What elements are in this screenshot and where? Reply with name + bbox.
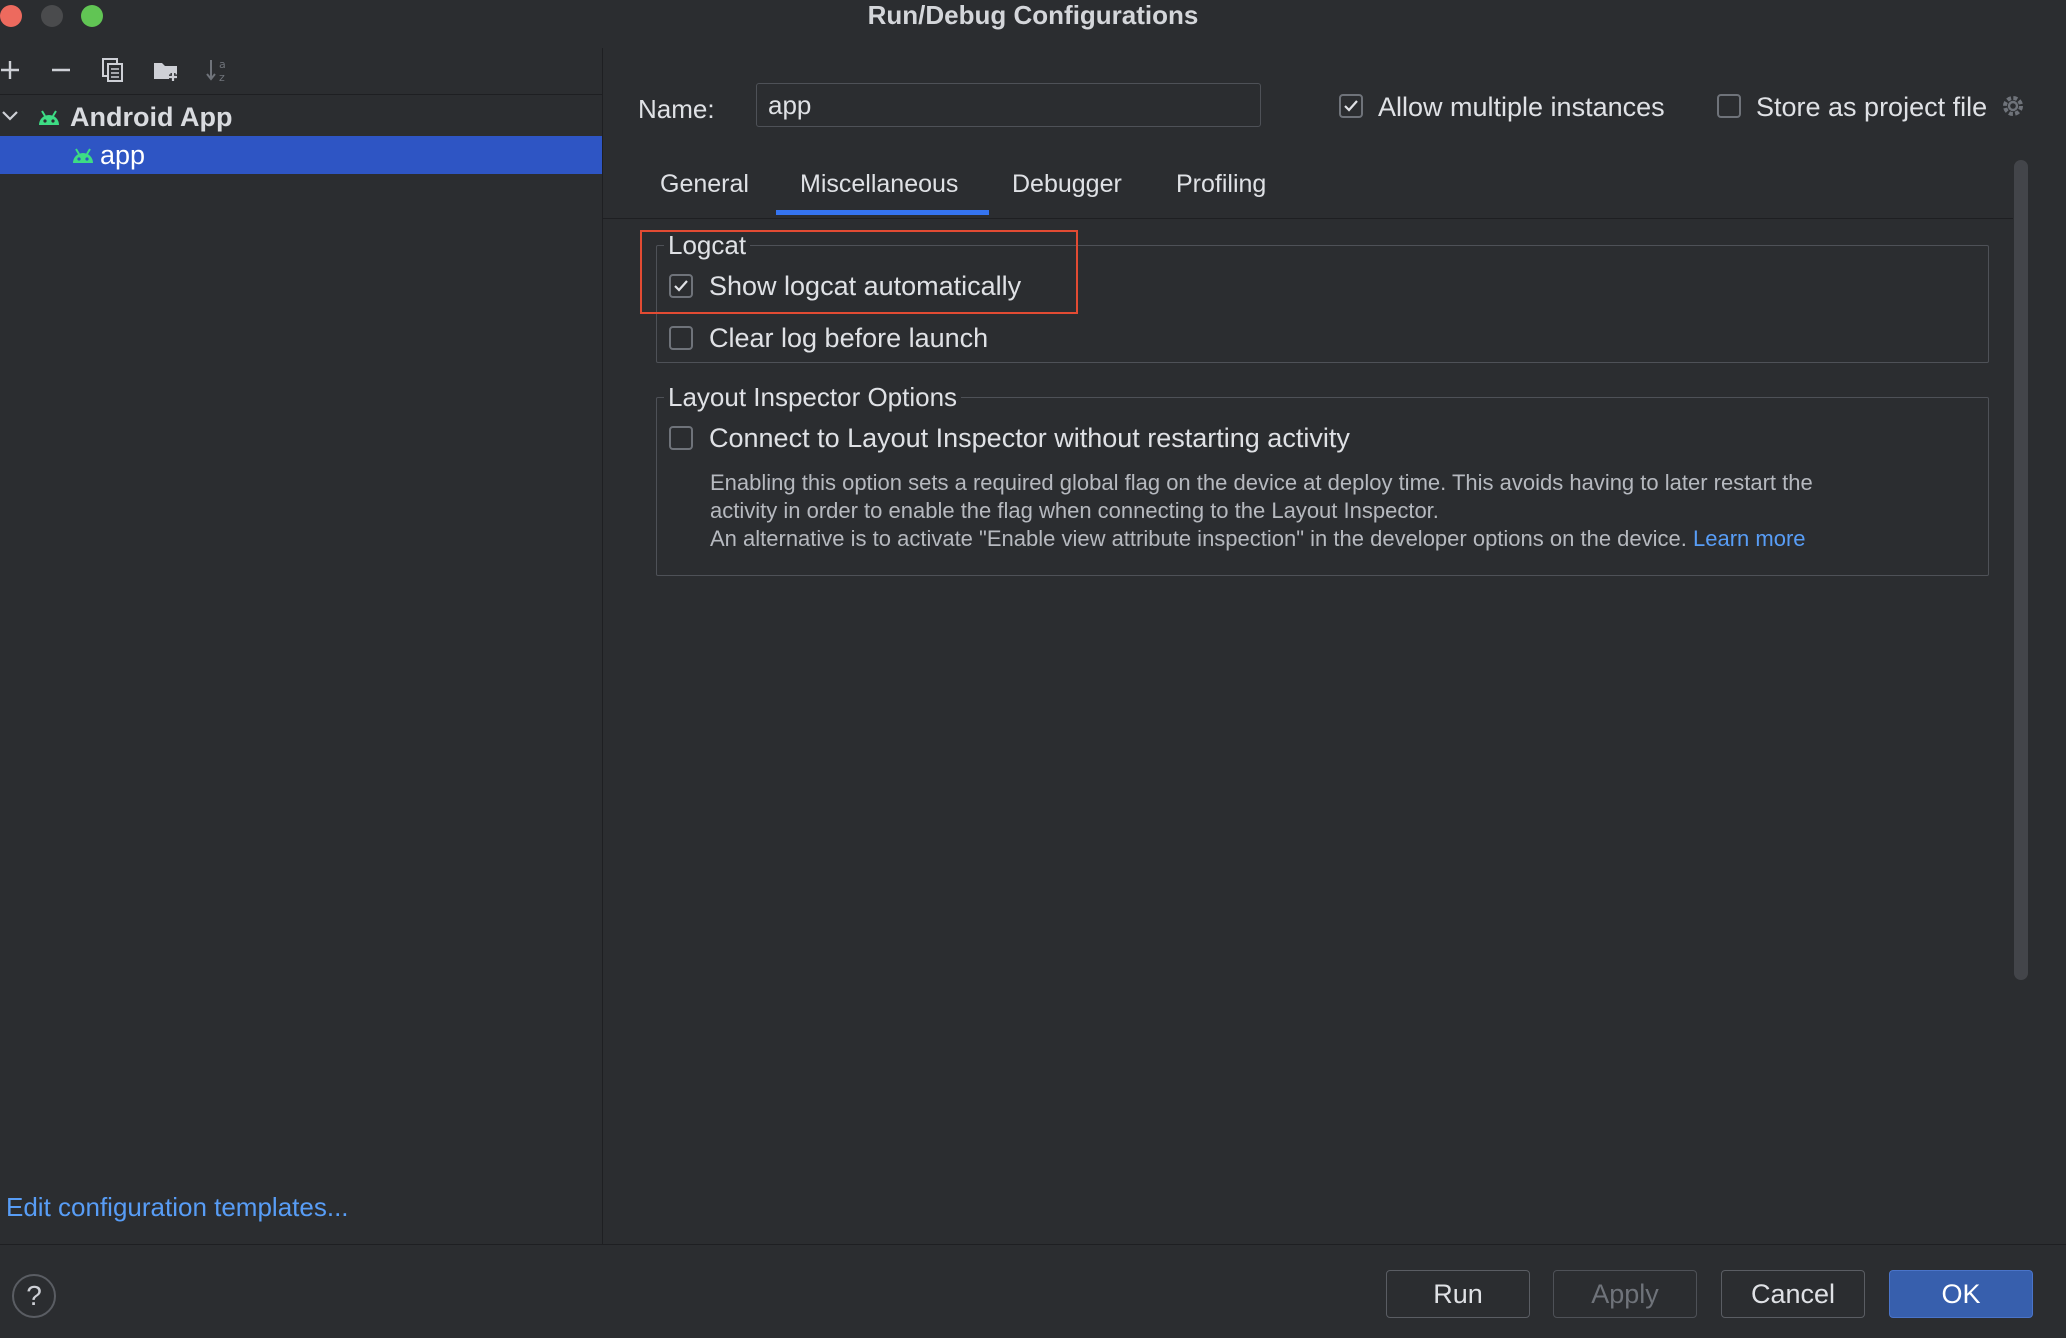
highlight-box <box>640 230 1078 314</box>
store-project-checkbox[interactable] <box>1717 94 1741 118</box>
help-icon[interactable]: ? <box>12 1274 56 1318</box>
ok-button[interactable]: OK <box>1889 1270 2033 1318</box>
gear-icon[interactable] <box>1999 92 2029 122</box>
run-debug-dialog: Run/Debug Configurations az Android App … <box>0 0 2066 1338</box>
configurations-toolbar: az <box>0 48 602 95</box>
inspector-description-line3-row: An alternative is to activate "Enable vi… <box>710 525 1806 553</box>
tree-item-label: app <box>100 139 146 170</box>
tree-item-app[interactable]: app <box>0 136 602 174</box>
cancel-button[interactable]: Cancel <box>1721 1270 1865 1318</box>
svg-text:z: z <box>219 71 225 84</box>
inspector-description-line1: Enabling this option sets a required glo… <box>710 470 1813 495</box>
bottom-divider <box>0 1244 2066 1245</box>
name-input[interactable] <box>756 83 1261 127</box>
sort-icon[interactable]: az <box>200 52 236 88</box>
connect-inspector-checkbox[interactable] <box>669 426 693 450</box>
name-label: Name: <box>638 94 715 124</box>
svg-text:a: a <box>219 58 226 71</box>
learn-more-link[interactable]: Learn more <box>1693 526 1806 551</box>
tab-bar: General Miscellaneous Debugger Profiling <box>603 148 2013 219</box>
active-tab-indicator <box>776 210 989 215</box>
clear-log-label: Clear log before launch <box>709 323 989 353</box>
chevron-down-icon[interactable] <box>0 106 22 128</box>
window-title: Run/Debug Configurations <box>867 0 1199 30</box>
apply-button[interactable]: Apply <box>1553 1270 1697 1318</box>
remove-icon[interactable] <box>43 52 79 88</box>
copy-icon[interactable] <box>95 52 131 88</box>
connect-inspector-label: Connect to Layout Inspector without rest… <box>709 423 1350 453</box>
configuration-editor: Name: Allow multiple instances Store as … <box>603 48 2066 1244</box>
configurations-panel: az Android App app Edit configuration te… <box>0 48 603 1244</box>
run-button[interactable]: Run <box>1386 1270 1530 1318</box>
title-bar: Run/Debug Configurations <box>0 0 2066 40</box>
inspector-description-line2: activity in order to enable the flag whe… <box>710 498 1439 523</box>
tree-group-label: Android App <box>70 101 233 132</box>
tree-group-android-app[interactable]: Android App <box>0 98 602 136</box>
add-icon[interactable] <box>0 52 28 88</box>
tab-miscellaneous[interactable]: Miscellaneous <box>800 170 958 199</box>
allow-multiple-label: Allow multiple instances <box>1378 92 1665 122</box>
new-folder-icon[interactable] <box>148 52 184 88</box>
tab-general[interactable]: General <box>660 170 749 199</box>
vertical-scrollbar[interactable] <box>2014 160 2028 980</box>
tab-profiling[interactable]: Profiling <box>1176 170 1266 199</box>
layout-inspector-legend: Layout Inspector Options <box>664 382 962 413</box>
android-icon <box>36 107 62 127</box>
android-icon <box>70 145 96 165</box>
clear-log-checkbox[interactable] <box>669 326 693 350</box>
store-project-label: Store as project file <box>1756 92 1988 122</box>
inspector-description-line3: An alternative is to activate "Enable vi… <box>710 526 1687 551</box>
edit-templates-link[interactable]: Edit configuration templates... <box>6 1192 349 1223</box>
allow-multiple-checkbox[interactable] <box>1339 94 1363 118</box>
tab-debugger[interactable]: Debugger <box>1012 170 1122 199</box>
